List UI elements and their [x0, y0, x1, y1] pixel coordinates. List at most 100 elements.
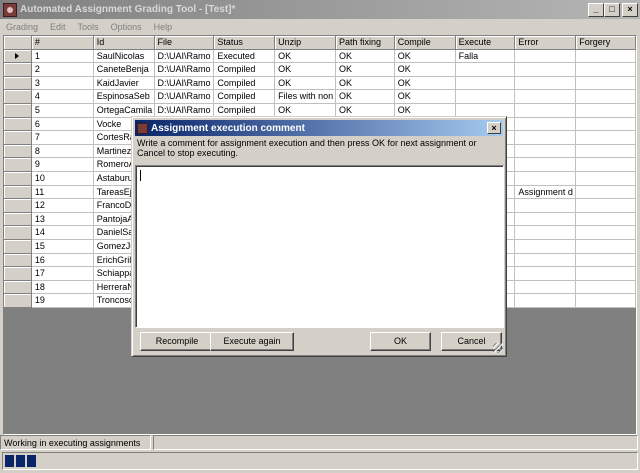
maximize-button[interactable]: □: [604, 2, 620, 17]
column-header-status[interactable]: Status: [214, 36, 276, 50]
cell-compile[interactable]: OK: [394, 90, 456, 104]
cell-error[interactable]: [515, 294, 577, 308]
cell-forgery[interactable]: [576, 49, 636, 64]
cell-forgery[interactable]: [576, 117, 636, 132]
cell-error[interactable]: [515, 131, 577, 145]
cell-number[interactable]: 19: [31, 294, 94, 308]
cell-forgery[interactable]: [576, 171, 636, 186]
recompile-button[interactable]: Recompile: [140, 332, 214, 351]
cell-number[interactable]: 9: [31, 158, 94, 172]
cell-forgery[interactable]: [576, 253, 636, 268]
cell-status[interactable]: Compiled: [214, 90, 276, 104]
row-indicator[interactable]: [4, 117, 32, 132]
table-row[interactable]: 2 CaneteBenja D:\UAI\Ramo Compiled OK OK OK: [4, 63, 636, 77]
row-indicator[interactable]: [4, 253, 32, 268]
cell-path-fixing[interactable]: OK: [335, 76, 395, 91]
cell-error[interactable]: [515, 253, 577, 268]
cell-execute[interactable]: [455, 63, 516, 77]
table-row[interactable]: 1 SaulNicolas D:\UAI\Ramo Executed OK OK OK Fal…: [4, 49, 636, 64]
cell-number[interactable]: 12: [31, 199, 94, 213]
row-indicator[interactable]: [4, 103, 32, 118]
row-indicator[interactable]: [4, 63, 32, 77]
row-indicator[interactable]: [4, 131, 32, 145]
cell-number[interactable]: 11: [31, 185, 94, 200]
table-row[interactable]: 4 EspinosaSeb D:\UAI\Ramo Compiled Files wit…: [4, 90, 636, 104]
dialog-titlebar[interactable]: Assignment execution comment ×: [135, 120, 503, 136]
cell-error[interactable]: [515, 171, 577, 186]
cell-number[interactable]: 14: [31, 226, 94, 240]
row-indicator[interactable]: [4, 90, 32, 104]
cell-forgery[interactable]: [576, 212, 636, 227]
cell-error[interactable]: [515, 117, 577, 132]
cell-execute[interactable]: [455, 90, 516, 104]
cell-file[interactable]: D:\UAI\Ramo: [154, 90, 215, 104]
cell-file[interactable]: D:\UAI\Ramo: [154, 63, 215, 77]
cell-file[interactable]: D:\UAI\Ramo: [154, 76, 215, 91]
cell-error[interactable]: [515, 76, 577, 91]
cell-forgery[interactable]: [576, 267, 636, 281]
cell-number[interactable]: 6: [31, 117, 94, 132]
cell-number[interactable]: 3: [31, 76, 94, 91]
cell-number[interactable]: 15: [31, 239, 94, 254]
column-header-number[interactable]: #: [31, 36, 94, 50]
cell-error[interactable]: Assignment d: [515, 185, 577, 200]
cell-number[interactable]: 1: [31, 49, 94, 64]
cell-error[interactable]: [515, 49, 577, 64]
cell-number[interactable]: 18: [31, 280, 94, 295]
execute-again-button[interactable]: Execute again: [210, 332, 294, 351]
row-indicator[interactable]: [4, 199, 32, 213]
cell-error[interactable]: [515, 90, 577, 104]
cell-forgery[interactable]: [576, 239, 636, 254]
row-indicator[interactable]: [4, 158, 32, 172]
cell-id[interactable]: EspinosaSeb: [93, 90, 155, 104]
cell-unzip[interactable]: OK: [275, 63, 336, 77]
row-indicator[interactable]: [4, 239, 32, 254]
row-indicator[interactable]: [4, 267, 32, 281]
row-indicator[interactable]: [4, 280, 32, 295]
column-header-error[interactable]: Error: [515, 36, 577, 50]
cell-path-fixing[interactable]: OK: [335, 49, 395, 64]
cell-number[interactable]: 8: [31, 144, 94, 159]
cell-error[interactable]: [515, 212, 577, 227]
menu-edit[interactable]: Edit: [50, 22, 66, 32]
cell-compile[interactable]: OK: [394, 63, 456, 77]
column-header-unzip[interactable]: Unzip: [275, 36, 336, 50]
cell-number[interactable]: 13: [31, 212, 94, 227]
cell-forgery[interactable]: [576, 294, 636, 308]
cell-number[interactable]: 4: [31, 90, 94, 104]
resize-grip[interactable]: [493, 343, 503, 353]
column-header-path-fixing[interactable]: Path fixing: [335, 36, 395, 50]
cell-error[interactable]: [515, 280, 577, 295]
cell-error[interactable]: [515, 226, 577, 240]
cell-unzip[interactable]: OK: [275, 76, 336, 91]
cell-id[interactable]: KaidJavier: [93, 76, 155, 91]
cell-forgery[interactable]: [576, 144, 636, 159]
row-indicator[interactable]: [4, 171, 32, 186]
cell-error[interactable]: [515, 63, 577, 77]
cell-execute[interactable]: [455, 76, 516, 91]
close-button[interactable]: ×: [622, 2, 638, 17]
cell-forgery[interactable]: [576, 226, 636, 240]
cell-unzip[interactable]: Files with non: [275, 90, 336, 104]
cell-number[interactable]: 10: [31, 171, 94, 186]
cell-id[interactable]: CaneteBenja: [93, 63, 155, 77]
row-indicator[interactable]: [4, 144, 32, 159]
cell-file[interactable]: D:\UAI\Ramo: [154, 49, 215, 64]
cell-number[interactable]: 7: [31, 131, 94, 145]
cell-error[interactable]: [515, 144, 577, 159]
column-header-execute[interactable]: Execute: [455, 36, 516, 50]
minimize-button[interactable]: _: [588, 2, 604, 17]
column-header-forgery[interactable]: Forgery: [576, 36, 636, 50]
cell-number[interactable]: 17: [31, 267, 94, 281]
cell-status[interactable]: Executed: [214, 49, 276, 64]
cell-forgery[interactable]: [576, 103, 636, 118]
dialog-close-button[interactable]: ×: [487, 122, 501, 134]
main-titlebar[interactable]: Automated Assignment Grading Tool - [Tes…: [0, 0, 640, 19]
cell-forgery[interactable]: [576, 158, 636, 172]
row-indicator[interactable]: [4, 212, 32, 227]
cell-number[interactable]: 16: [31, 253, 94, 268]
cell-number[interactable]: 5: [31, 103, 94, 118]
cell-error[interactable]: [515, 158, 577, 172]
row-indicator[interactable]: [4, 76, 32, 91]
cell-execute[interactable]: Falla: [455, 49, 516, 64]
